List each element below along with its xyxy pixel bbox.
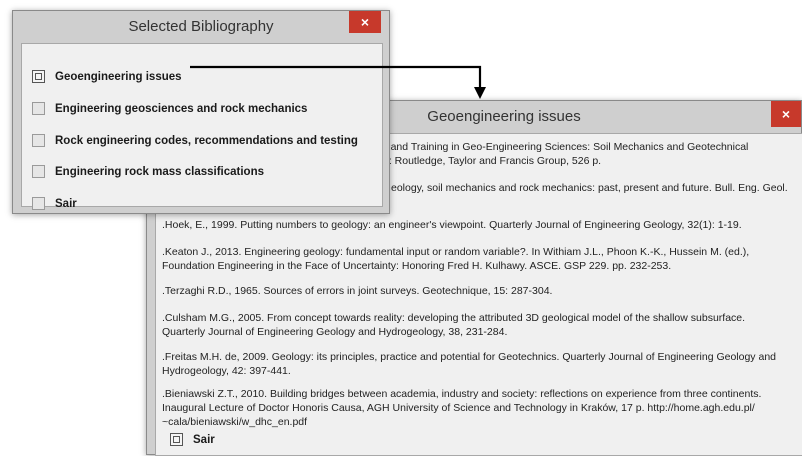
menu-item-sair[interactable]: Sair xyxy=(32,197,77,210)
window-title: Selected Bibliography xyxy=(128,18,274,35)
reference-item: .Hoek, E., 1999. Putting numbers to geol… xyxy=(162,219,742,231)
checkbox-icon xyxy=(32,70,45,83)
close-button[interactable]: × xyxy=(771,101,801,127)
checkbox-icon xyxy=(32,134,45,147)
reference-item: .Bieniawski Z.T., 2010. Building bridges… xyxy=(162,388,762,428)
sair-button[interactable]: Sair xyxy=(170,433,215,446)
reference-item: .Terzaghi R.D., 1965. Sources of errors … xyxy=(162,285,553,297)
bibliography-menu: Geoengineering issues Engineering geosci… xyxy=(21,43,383,210)
menu-item-engineering-geosciences[interactable]: Engineering geosciences and rock mechani… xyxy=(32,102,307,115)
menu-item-label: Sair xyxy=(55,197,77,210)
reference-item: .Culsham M.G., 2005. From concept toward… xyxy=(162,312,746,338)
close-icon: × xyxy=(360,14,370,30)
close-icon: × xyxy=(781,106,791,122)
checkbox-icon xyxy=(32,102,45,115)
sair-label: Sair xyxy=(193,433,215,446)
menu-item-rock-mass-classifications[interactable]: Engineering rock mass classifications xyxy=(32,165,264,178)
window-title-bar[interactable]: Selected Bibliography xyxy=(13,11,389,43)
close-button[interactable]: × xyxy=(349,11,381,33)
reference-item: .Freitas M.H. de, 2009. Geology: its pri… xyxy=(162,351,776,377)
selected-bibliography-window: Selected Bibliography × Geoengineering i… xyxy=(12,10,390,214)
arrow-head-icon xyxy=(474,87,486,99)
checkbox-icon xyxy=(32,165,45,178)
reference-item: .Keaton J., 2013. Engineering geology: f… xyxy=(162,246,750,272)
menu-item-label: Rock engineering codes, recommendations … xyxy=(55,134,358,147)
window-title: Geoengineering issues xyxy=(427,108,581,125)
checkbox-icon xyxy=(170,433,183,446)
menu-item-rock-engineering-codes[interactable]: Rock engineering codes, recommendations … xyxy=(32,134,358,147)
menu-item-label: Geoengineering issues xyxy=(55,70,182,83)
menu-item-geoengineering-issues[interactable]: Geoengineering issues xyxy=(32,70,182,83)
menu-item-label: Engineering rock mass classifications xyxy=(55,165,264,178)
menu-item-label: Engineering geosciences and rock mechani… xyxy=(55,102,308,115)
checkbox-icon xyxy=(32,197,45,210)
